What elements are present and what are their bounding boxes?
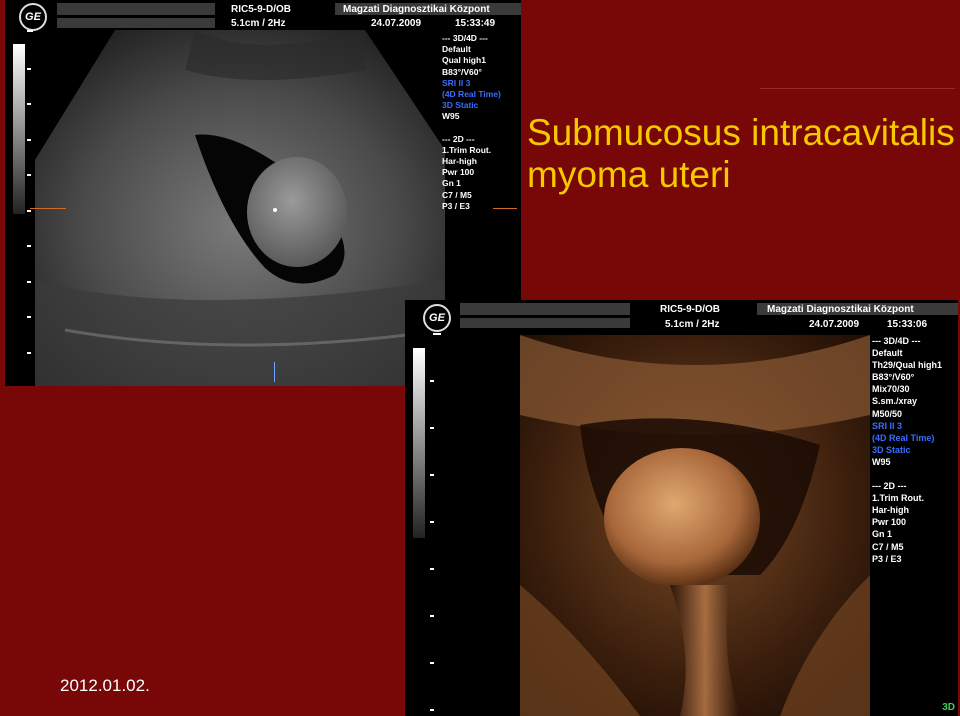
ge-logo-icon: GE [423, 304, 451, 332]
institution-label: Magzati Diagnosztikai Központ [767, 304, 914, 315]
scan-parameters: --- 3D/4D --- Default Th29/Qual high1 B8… [872, 336, 943, 564]
scan-date: 24.07.2009 [809, 319, 860, 330]
grayscale-ultrasound-image [35, 30, 445, 386]
slide-date: 2012.01.02. [60, 676, 150, 695]
slide-title: Submucosus intracavitalis myoma uteri [527, 112, 955, 196]
gray-scale-bar [13, 44, 25, 214]
title-line-2: myoma uteri [527, 154, 731, 195]
gray-scale-bar [413, 348, 425, 538]
3d-rendered-ultrasound-image [520, 335, 870, 716]
institution-label: Magzati Diagnosztikai Központ [343, 4, 490, 15]
depth-rate-label: 5.1cm / 2Hz [231, 18, 286, 29]
ultrasound-header: GE RIC5-9-D/OB Magzati Diagnosztikai Köz… [5, 0, 521, 32]
slide: Submucosus intracavitalis myoma uteri GE… [0, 0, 960, 716]
probe-label: RIC5-9-D/OB [231, 4, 292, 15]
depth-rate-label: 5.1cm / 2Hz [665, 319, 720, 330]
scan-parameters: --- 3D/4D --- Default Qual high1 B83°/V6… [442, 33, 501, 211]
ultrasound-panel-3d: GE RIC5-9-D/OB Magzati Diagnosztikai Köz… [405, 300, 958, 716]
ge-logo-icon: GE [19, 3, 47, 31]
scan-time: 15:33:49 [455, 18, 496, 29]
scan-time: 15:33:06 [887, 319, 928, 330]
render-mode-tag: 3D [942, 702, 955, 713]
title-divider [760, 88, 955, 89]
ultrasound-header: GE RIC5-9-D/OB Magzati Diagnosztikai Köz… [405, 300, 958, 332]
title-line-1: Submucosus intracavitalis [527, 112, 955, 153]
focus-marker-icon [274, 362, 275, 382]
scan-date: 24.07.2009 [371, 18, 422, 29]
probe-label: RIC5-9-D/OB [660, 304, 721, 315]
